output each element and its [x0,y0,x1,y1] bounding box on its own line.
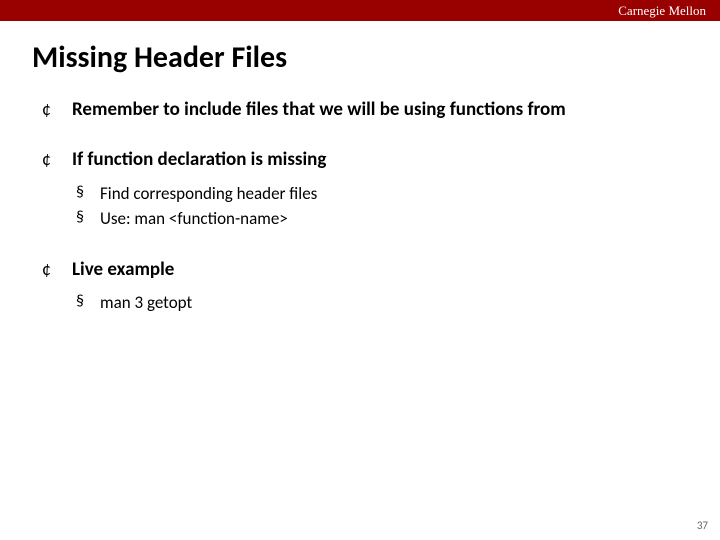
page-number: 37 [697,519,708,532]
bullet-text: Live example [72,258,174,281]
sub-bullet-item: man 3 getopt [72,290,680,316]
slide-content: Remember to include files that we will b… [0,98,720,315]
header-bar: Carnegie Mellon [0,0,720,21]
bullet-item: If function declaration is missing Find … [42,148,680,231]
sub-bullet-item: Use: man <function-name> [72,206,680,232]
bullet-text: Remember to include files that we will b… [72,98,566,121]
brand-text: Carnegie Mellon [618,3,706,19]
bullet-item: Remember to include files that we will b… [42,98,680,122]
sub-bullet-item: Find corresponding header files [72,181,680,207]
slide-title: Missing Header Files [32,39,720,76]
bullet-item: Live example man 3 getopt [42,258,680,316]
bullet-text: If function declaration is missing [72,148,326,171]
